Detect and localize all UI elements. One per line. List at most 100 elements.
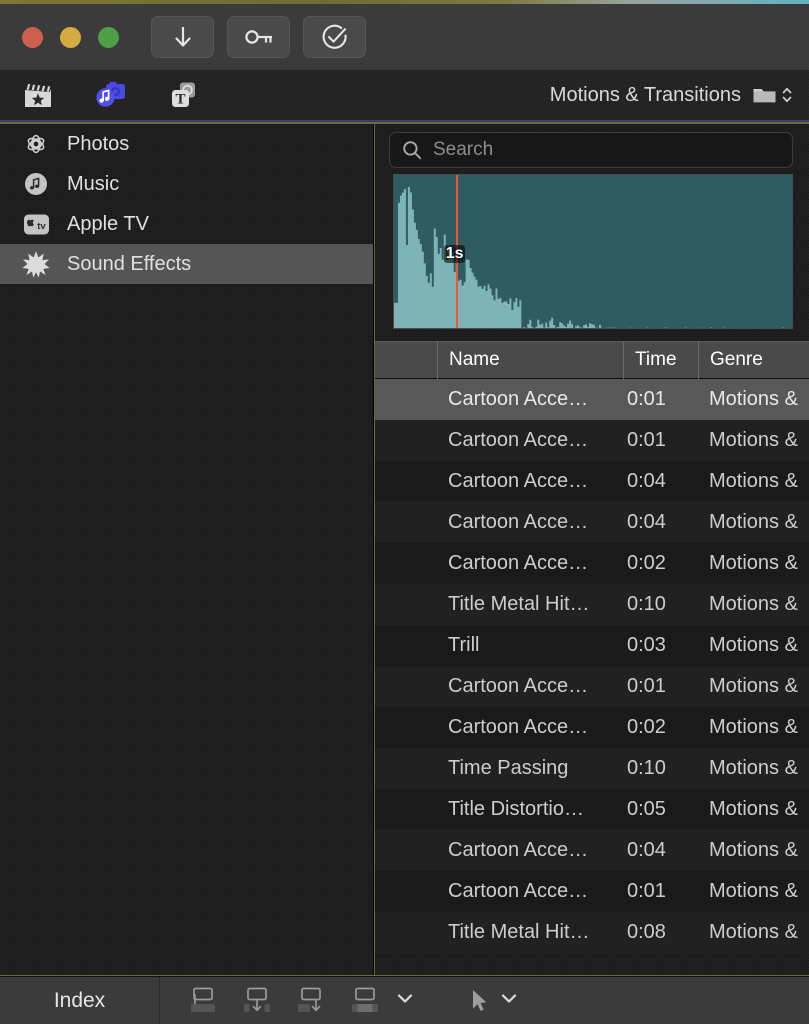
overwrite-options-chevron[interactable]	[395, 991, 415, 1010]
toolbar-buttons	[151, 16, 366, 58]
sidebar-item-music[interactable]: Music	[0, 164, 373, 204]
row-time-cell: 0:02	[627, 716, 666, 738]
table-row[interactable]: Cartoon Acce… 0:01 Motions &	[375, 871, 809, 912]
row-time-cell: 0:03	[627, 634, 666, 656]
sidebar-item-photos[interactable]: Photos	[0, 124, 373, 164]
tab-titles-generators[interactable]: T	[165, 78, 199, 112]
row-time-cell: 0:01	[627, 675, 666, 697]
table-row[interactable]: Trill 0:03 Motions &	[375, 625, 809, 666]
search-area: Search	[375, 124, 809, 174]
row-time-cell: 0:10	[627, 757, 666, 779]
sidebar-item-label: Apple TV	[67, 212, 149, 235]
row-icon-cell	[375, 912, 437, 953]
search-input[interactable]: Search	[389, 132, 793, 168]
row-genre-cell: Motions &	[709, 675, 798, 697]
row-genre-cell: Motions &	[709, 921, 798, 943]
table-row[interactable]: Cartoon Acce… 0:04 Motions &	[375, 461, 809, 502]
column-header-genre[interactable]: Genre	[698, 341, 809, 379]
row-name-cell: Cartoon Acce…	[448, 675, 589, 697]
titles-generators-icon: T	[171, 82, 195, 107]
browser-title-area: Motions & Transitions	[550, 84, 793, 107]
row-icon-cell	[375, 584, 437, 625]
row-name-cell: Cartoon Acce…	[448, 552, 589, 574]
row-time-cell: 0:04	[627, 470, 666, 492]
checkmark-circle-icon	[322, 24, 347, 49]
table-row[interactable]: Cartoon Acce… 0:01 Motions &	[375, 420, 809, 461]
row-name-cell: Trill	[448, 634, 480, 656]
sidebar-item-label: Sound Effects	[67, 252, 192, 275]
column-header-icon[interactable]	[375, 341, 437, 379]
arrow-cursor-icon	[473, 989, 487, 1011]
connect-clip-button[interactable]	[185, 985, 221, 1017]
table-row[interactable]: Cartoon Acce… 0:04 Motions &	[375, 502, 809, 543]
overwrite-clip-icon	[352, 987, 378, 1012]
media-sidebar: Photos Music tv Apple TV Sound Effects	[0, 124, 374, 975]
row-time-cell: 0:02	[627, 552, 666, 574]
tab-libraries[interactable]	[21, 78, 55, 112]
table-row[interactable]: Cartoon Acce… 0:01 Motions &	[375, 666, 809, 707]
row-time-cell: 0:01	[627, 880, 666, 902]
table-row[interactable]: Cartoon Acce… 0:02 Motions &	[375, 543, 809, 584]
sidebar-item-sound-effects[interactable]: Sound Effects	[0, 244, 373, 284]
row-time-cell: 0:04	[627, 511, 666, 533]
table-row[interactable]: Title Metal Hit… 0:08 Motions &	[375, 912, 809, 953]
row-genre-cell: Motions &	[709, 798, 798, 820]
row-icon-cell	[375, 502, 437, 543]
table-row[interactable]: Time Passing 0:10 Motions &	[375, 748, 809, 789]
download-button[interactable]	[151, 16, 214, 58]
window-titlebar	[0, 4, 809, 70]
search-placeholder: Search	[433, 139, 494, 160]
table-row[interactable]: Title Distortio… 0:05 Motions &	[375, 789, 809, 830]
row-time-cell: 0:10	[627, 593, 666, 615]
table-row[interactable]: Title Metal Hit… 0:10 Motions &	[375, 584, 809, 625]
zoom-button[interactable]	[98, 26, 119, 48]
close-button[interactable]	[22, 26, 43, 48]
overwrite-clip-button[interactable]	[347, 985, 383, 1017]
row-icon-cell	[375, 379, 437, 420]
select-tool-button[interactable]	[469, 988, 519, 1014]
row-name-cell: Cartoon Acce…	[448, 429, 589, 451]
row-time-cell: 0:01	[627, 388, 666, 410]
sidebar-item-apple-tv[interactable]: tv Apple TV	[0, 204, 373, 244]
folder-popup-button[interactable]	[752, 84, 793, 106]
table-row[interactable]: Cartoon Acce… 0:04 Motions &	[375, 830, 809, 871]
row-genre-cell: Motions &	[709, 716, 798, 738]
keyword-button[interactable]	[227, 16, 290, 58]
row-genre-cell: Motions &	[709, 552, 798, 574]
share-approve-button[interactable]	[303, 16, 366, 58]
row-genre-cell: Motions &	[709, 634, 798, 656]
row-genre-cell: Motions &	[709, 839, 798, 861]
tab-photos-audio[interactable]	[93, 78, 127, 112]
row-genre-cell: Motions &	[709, 593, 798, 615]
row-name-cell: Cartoon Acce…	[448, 470, 589, 492]
browser-content-pane: Search 1s Name Time Genre Cartoon Acce… 0…	[375, 124, 809, 975]
browser-header: T Motions & Transitions	[0, 70, 809, 122]
column-header-name[interactable]: Name	[437, 341, 623, 379]
row-icon-cell	[375, 461, 437, 502]
row-genre-cell: Motions &	[709, 757, 798, 779]
photos-audio-icon	[96, 81, 125, 107]
select-tool-chevron[interactable]	[499, 991, 519, 1010]
row-icon-cell	[375, 707, 437, 748]
column-header-time[interactable]: Time	[623, 341, 698, 379]
row-genre-cell: Motions &	[709, 429, 798, 451]
append-clip-icon	[298, 987, 321, 1012]
insert-clip-icon	[244, 987, 270, 1012]
row-icon-cell	[375, 871, 437, 912]
row-icon-cell	[375, 830, 437, 871]
window-controls	[22, 26, 119, 48]
minimize-button[interactable]	[60, 26, 81, 48]
index-button[interactable]: Index	[0, 977, 160, 1024]
insert-clip-button[interactable]	[239, 985, 275, 1017]
table-row[interactable]: Cartoon Acce… 0:01 Motions &	[375, 379, 809, 420]
table-row[interactable]: Cartoon Acce… 0:02 Motions &	[375, 707, 809, 748]
row-name-cell: Cartoon Acce…	[448, 388, 589, 410]
append-clip-button[interactable]	[293, 985, 329, 1017]
waveform-preview[interactable]: 1s	[393, 174, 793, 329]
row-genre-cell: Motions &	[709, 388, 798, 410]
row-name-cell: Cartoon Acce…	[448, 511, 589, 533]
row-icon-cell	[375, 748, 437, 789]
search-icon	[403, 141, 422, 160]
sidebar-item-label: Music	[67, 172, 120, 195]
playhead-time-label: 1s	[443, 245, 466, 264]
